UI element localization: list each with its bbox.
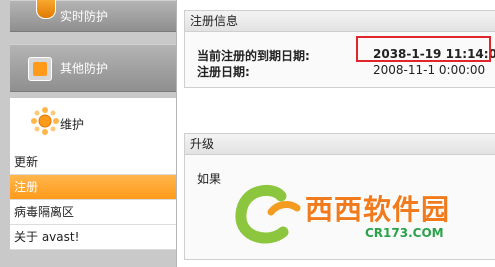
maintenance-label: 维护 [60,117,85,132]
realtime-protection-label: 实时防护 [60,9,109,24]
shield-icon [36,0,56,19]
maintenance-button[interactable]: 维护 [10,98,176,150]
main-content: 注册信息 当前注册的到期日期: 2038-1-19 11:14:07 注册日期:… [178,0,495,267]
registration-panel-title: 注册信息 [185,11,495,32]
registration-date-label: 注册日期: [197,65,250,79]
other-protection-label: 其他防护 [60,61,109,76]
expiry-highlight-box [356,36,491,62]
expiry-row: 当前注册的到期日期: 2038-1-19 11:14:07 [197,47,495,64]
expiry-label: 当前注册的到期日期: [197,49,310,63]
upgrade-text: 如果 [197,172,222,186]
other-protection-button[interactable]: 其他防护 [10,44,176,92]
maintenance-submenu: 更新 注册 病毒隔离区 关于 avast! [10,150,176,250]
orange-square-icon [28,57,52,81]
submenu-item-about[interactable]: 关于 avast! [10,225,176,250]
submenu-item-quarantine[interactable]: 病毒隔离区 [10,200,176,225]
watermark-subtext: CR173.COM [365,226,444,240]
realtime-protection-button[interactable]: 实时防护 [10,0,176,32]
registration-date-row: 注册日期: 2008-11-1 0:00:00 [197,63,485,80]
submenu-item-register[interactable]: 注册 [10,175,176,200]
upgrade-panel-title: 升级 [185,134,495,155]
gears-icon [31,107,59,135]
submenu-item-update[interactable]: 更新 [10,150,176,175]
registration-panel: 注册信息 当前注册的到期日期: 2038-1-19 11:14:07 注册日期:… [184,10,495,88]
cr-logo-icon [235,184,301,244]
watermark-text: 西西软件园 [305,193,451,226]
sidebar: 实时防护 其他防护 维护 更新 注册 病毒隔离区 关于 avast! [0,0,177,267]
registration-date-value: 2008-11-1 0:00:00 [373,63,486,77]
upgrade-panel: 升级 如果 西西软件园 CR173.COM [184,133,495,260]
watermark-logo: 西西软件园 CR173.COM [233,182,493,254]
